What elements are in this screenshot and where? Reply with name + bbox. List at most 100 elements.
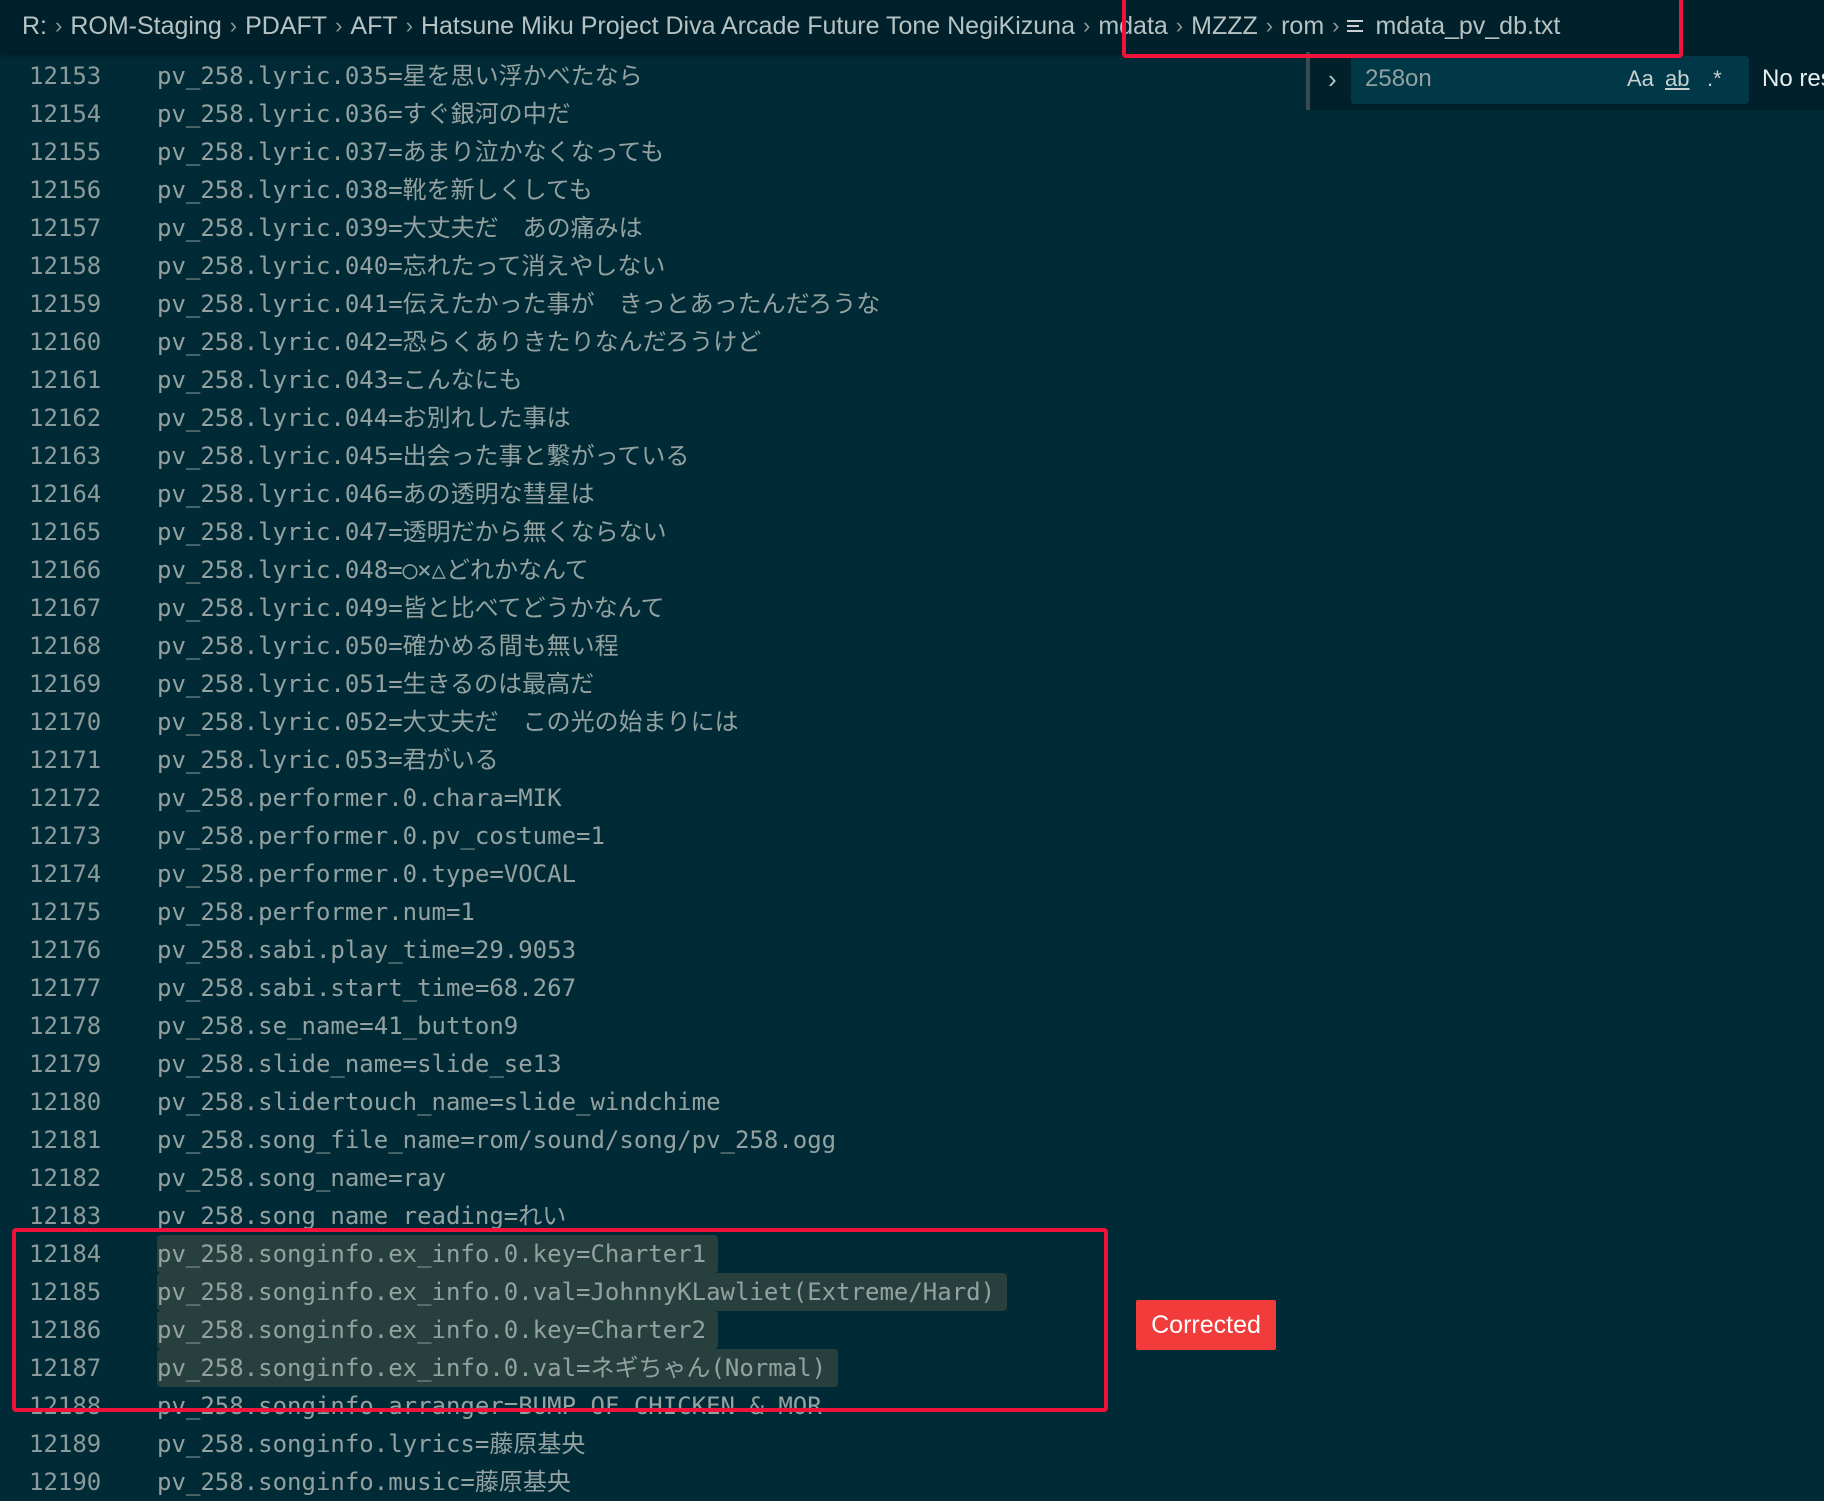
line-number: 12163 [29, 442, 102, 470]
chevron-right-icon: › [1265, 13, 1274, 38]
code-line: 12157 pv_258.lyric.039=大丈夫だ あの痛みは [0, 209, 1824, 247]
line-text: pv_258.performer.0.pv_costume=1 [157, 822, 605, 850]
breadcrumb-item[interactable]: PDAFT [245, 12, 327, 41]
line-text: pv_258.lyric.053=君がいる [157, 746, 499, 774]
code-line: 12187 pv_258.songinfo.ex_info.0.val=ネギちゃん… [0, 1349, 1824, 1387]
code-line: 12158 pv_258.lyric.040=忘れたって消えやしない [0, 247, 1824, 285]
breadcrumb-item[interactable]: AFT [350, 12, 397, 41]
breadcrumb-item[interactable]: R: [22, 12, 47, 41]
line-number: 12160 [29, 328, 102, 356]
code-line: 12160 pv_258.lyric.042=恐らくありきたりなんだろうけど [0, 323, 1824, 361]
code-line: 12185 pv_258.songinfo.ex_info.0.val=Johnn… [0, 1273, 1824, 1311]
line-text: pv_258.lyric.043=こんなにも [157, 366, 523, 394]
match-case-icon[interactable]: Aa [1627, 66, 1654, 92]
code-editor[interactable]: 12153 pv_258.lyric.035=星を思い浮かべたなら 12154 pv_… [0, 57, 1824, 1501]
line-number: 12167 [29, 594, 102, 622]
code-line: 12172 pv_258.performer.0.chara=MIK [0, 779, 1824, 817]
line-text: pv_258.se_name=41_button9 [157, 1012, 519, 1040]
breadcrumb-file[interactable]: mdata_pv_db.txt [1375, 12, 1560, 41]
find-result-status: No res [1762, 65, 1824, 92]
line-number: 12188 [29, 1392, 102, 1420]
breadcrumb-item[interactable]: Hatsune Miku Project Diva Arcade Future … [421, 12, 1075, 41]
code-line: 12182 pv_258.song_name=ray [0, 1159, 1824, 1197]
line-text: pv_258.sabi.play_time=29.9053 [157, 936, 577, 964]
line-number: 12166 [29, 556, 102, 584]
line-text: pv_258.lyric.048=◯×△どれかなんて [157, 556, 589, 584]
line-number: 12169 [29, 670, 102, 698]
line-number: 12190 [29, 1468, 102, 1496]
line-number: 12170 [29, 708, 102, 736]
code-line: 12189 pv_258.songinfo.lyrics=藤原基央 [0, 1425, 1824, 1463]
line-text: pv_258.lyric.044=お別れした事は [157, 404, 571, 432]
line-number: 12156 [29, 176, 102, 204]
line-text: pv_258.songinfo.lyrics=藤原基央 [157, 1430, 586, 1458]
line-text: pv_258.songinfo.ex_info.0.key=Charter2 [157, 1311, 719, 1349]
chevron-right-icon: › [405, 13, 413, 38]
line-number: 12189 [29, 1430, 102, 1458]
line-number: 12182 [29, 1164, 102, 1192]
line-text: pv_258.songinfo.ex_info.0.val=JohnnyKLaw… [157, 1273, 1008, 1311]
breadcrumb-item[interactable]: mdata [1098, 12, 1167, 41]
code-line: 12168 pv_258.lyric.050=確かめる間も無い程 [0, 627, 1824, 665]
code-line: 12178 pv_258.se_name=41_button9 [0, 1007, 1824, 1045]
line-text: pv_258.lyric.039=大丈夫だ あの痛みは [157, 214, 643, 242]
breadcrumb-item[interactable]: rom [1281, 12, 1324, 41]
code-line: 12163 pv_258.lyric.045=出会った事と繋がっている [0, 437, 1824, 475]
code-line: 12169 pv_258.lyric.051=生きるのは最高だ [0, 665, 1824, 703]
line-text: pv_258.songinfo.ex_info.0.val=ネギちゃん(Norm… [157, 1349, 839, 1387]
code-line: 12174 pv_258.performer.0.type=VOCAL [0, 855, 1824, 893]
line-text: pv_258.lyric.041=伝えたかった事が きっとあったんだろうな [157, 290, 881, 318]
line-text: pv_258.lyric.038=靴を新しくしても [157, 176, 593, 204]
line-text: pv_258.lyric.045=出会った事と繋がっている [157, 442, 690, 470]
chevron-right-icon: › [1332, 13, 1340, 38]
line-number: 12176 [29, 936, 102, 964]
code-line: 12180 pv_258.slidertouch_name=slide_windc… [0, 1083, 1824, 1121]
line-text: pv_258.song_name_reading=れい [157, 1202, 567, 1230]
code-line: 12156 pv_258.lyric.038=靴を新しくしても [0, 171, 1824, 209]
line-text: pv_258.song_file_name=rom/sound/song/pv_… [157, 1126, 837, 1154]
code-line: 12171 pv_258.lyric.053=君がいる [0, 741, 1824, 779]
code-line: 12167 pv_258.lyric.049=皆と比べてどうかなんて [0, 589, 1824, 627]
line-number: 12183 [29, 1202, 102, 1230]
code-line: 12183 pv_258.song_name_reading=れい [0, 1197, 1824, 1235]
code-line: 12176 pv_258.sabi.play_time=29.9053 [0, 931, 1824, 969]
line-text: pv_258.song_name=ray [157, 1164, 446, 1192]
chevron-right-icon: › [1175, 13, 1184, 38]
line-text: pv_258.lyric.035=星を思い浮かべたなら [157, 62, 643, 90]
find-input[interactable]: 258on Aa ab .* [1351, 56, 1749, 104]
line-number: 12161 [29, 366, 102, 394]
regex-icon[interactable]: .* [1707, 66, 1722, 92]
code-line: 12161 pv_258.lyric.043=こんなにも [0, 361, 1824, 399]
line-text: pv_258.performer.0.type=VOCAL [157, 860, 577, 888]
breadcrumb-item[interactable]: MZZZ [1191, 12, 1258, 41]
line-text: pv_258.lyric.036=すぐ銀河の中だ [157, 100, 571, 128]
line-number: 12155 [29, 138, 102, 166]
chevron-right-icon: › [1082, 13, 1091, 38]
line-text: pv_258.lyric.051=生きるのは最高だ [157, 670, 595, 698]
find-widget: › 258on Aa ab .* No res [1306, 52, 1824, 110]
breadcrumb-item[interactable]: ROM-Staging [70, 12, 221, 41]
code-line: 12165 pv_258.lyric.047=透明だから無くならない [0, 513, 1824, 551]
list-lines-icon [1347, 17, 1364, 35]
line-text: pv_258.slidertouch_name=slide_windchime [157, 1088, 721, 1116]
line-number: 12181 [29, 1126, 102, 1154]
toggle-replace-chevron-icon[interactable]: › [1328, 64, 1337, 95]
line-text: pv_258.lyric.040=忘れたって消えやしない [157, 252, 666, 280]
line-text: pv_258.lyric.047=透明だから無くならない [157, 518, 667, 546]
line-text: pv_258.sabi.start_time=68.267 [157, 974, 577, 1002]
line-text: pv_258.slide_name=slide_se13 [157, 1050, 562, 1078]
line-number: 12179 [29, 1050, 102, 1078]
code-line: 12173 pv_258.performer.0.pv_costume=1 [0, 817, 1824, 855]
code-line: 12184 pv_258.songinfo.ex_info.0.key=Chart… [0, 1235, 1824, 1273]
line-number: 12164 [29, 480, 102, 508]
chevron-right-icon: › [229, 13, 238, 38]
line-number: 12171 [29, 746, 102, 774]
line-number: 12172 [29, 784, 102, 812]
code-line: 12181 pv_258.song_file_name=rom/sound/son… [0, 1121, 1824, 1159]
line-number: 12154 [29, 100, 102, 128]
whole-word-icon[interactable]: ab [1665, 66, 1689, 92]
line-number: 12157 [29, 214, 102, 242]
code-line: 12179 pv_258.slide_name=slide_se13 [0, 1045, 1824, 1083]
line-text: pv_258.lyric.037=あまり泣かなくなっても [157, 138, 665, 166]
line-text: pv_258.lyric.052=大丈夫だ この光の始まりには [157, 708, 739, 736]
